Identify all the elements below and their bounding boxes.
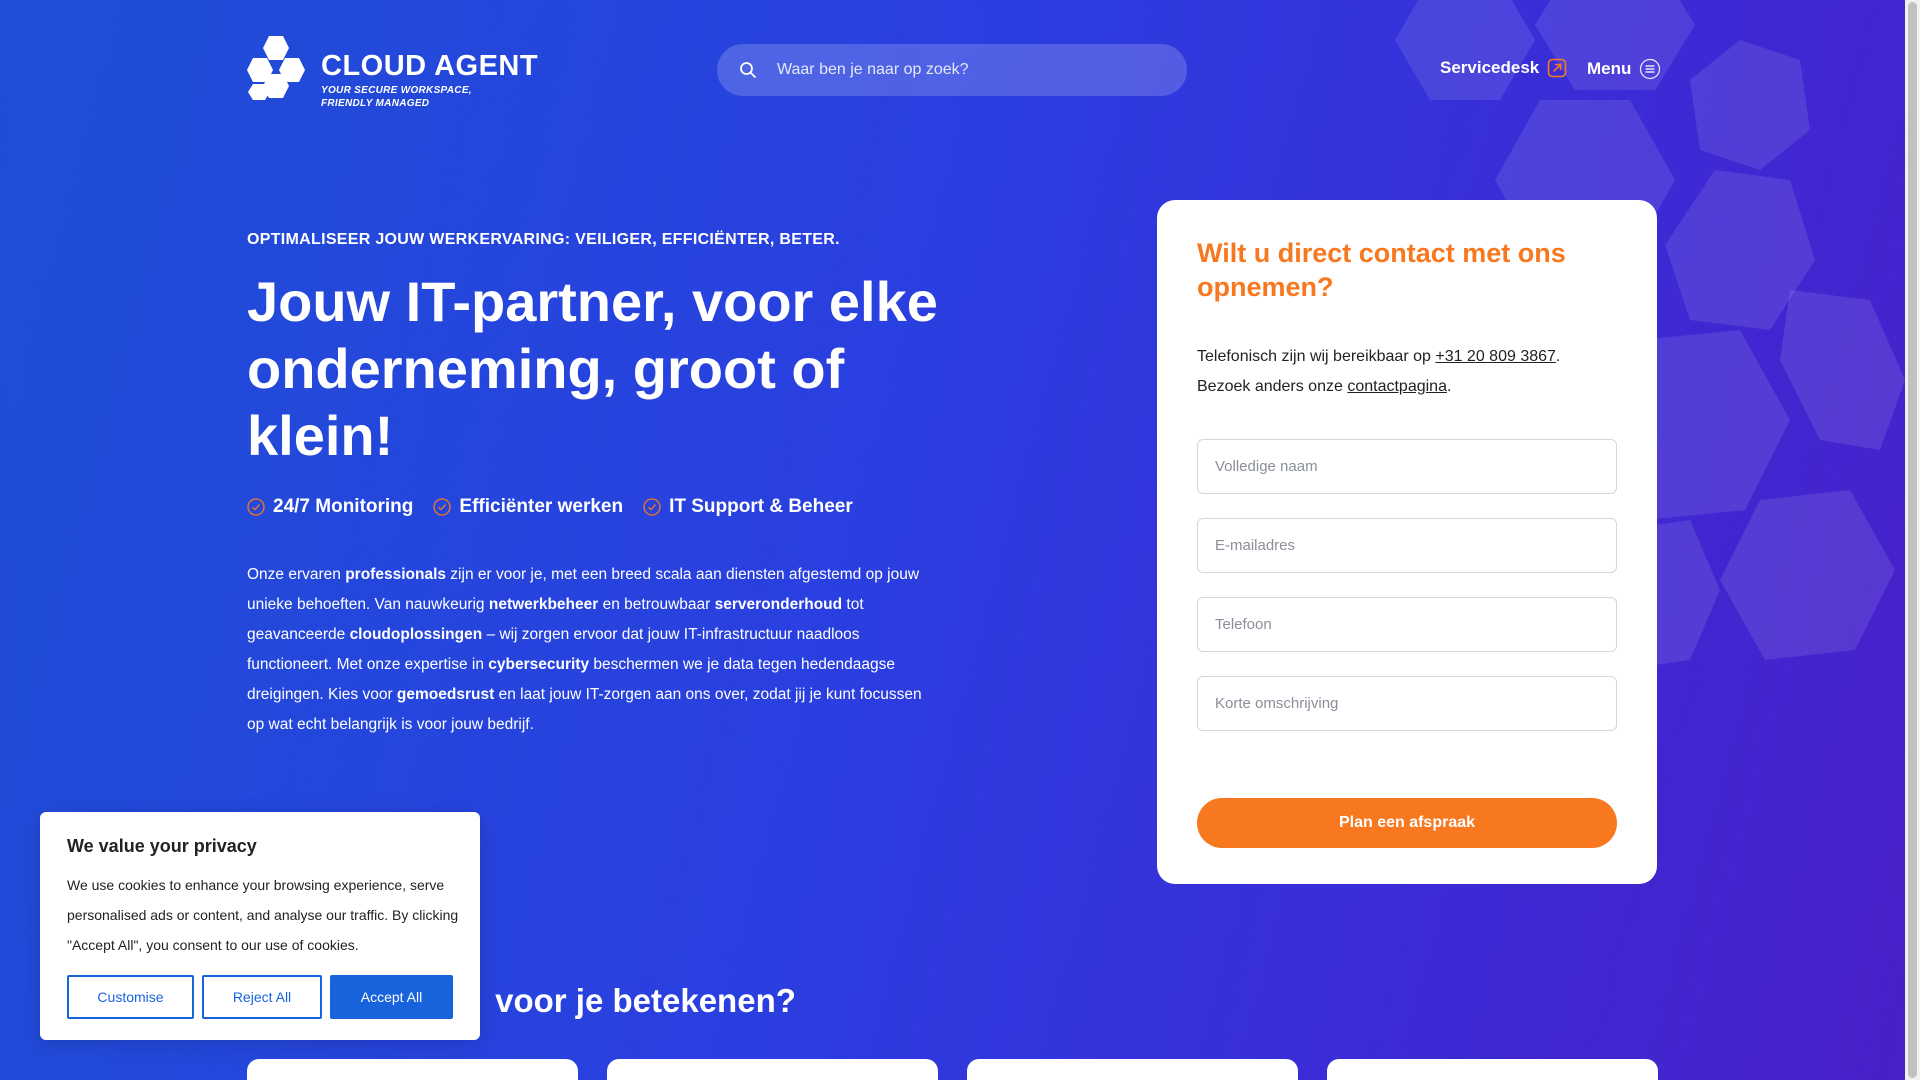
scrollbar-thumb[interactable] xyxy=(1908,2,1917,1078)
service-card[interactable] xyxy=(967,1059,1298,1080)
menu-button[interactable]: Menu xyxy=(1587,58,1661,80)
service-card[interactable] xyxy=(607,1059,938,1080)
search-bar[interactable] xyxy=(717,44,1187,96)
logo-tagline-2: FRIENDLY MANAGED xyxy=(321,98,430,109)
servicedesk-link[interactable]: Servicedesk xyxy=(1440,58,1567,78)
check-item-efficient: Efficiënter werken xyxy=(433,496,623,518)
check-circle-icon xyxy=(643,498,661,516)
search-icon[interactable] xyxy=(733,55,763,85)
contact-info: Telefonisch zijn wij bereikbaar op +31 2… xyxy=(1197,342,1560,402)
email-field-wrapper xyxy=(1197,518,1617,573)
hexagon-cluster-logo-icon xyxy=(247,36,305,100)
hero-title: Jouw IT-partner, voor elke onderneming, … xyxy=(247,270,938,467)
section-title-text: voor je betekenen? xyxy=(495,982,796,1019)
external-link-icon xyxy=(1547,58,1567,78)
service-cards xyxy=(247,1059,1658,1080)
customise-button[interactable]: Customise xyxy=(67,975,194,1019)
phone-link[interactable]: +31 20 809 3867 xyxy=(1435,348,1556,365)
phone-suffix: . xyxy=(1555,348,1561,365)
cookie-text: We use cookies to enhance your browsing … xyxy=(67,877,459,953)
phone-field[interactable] xyxy=(1198,598,1616,651)
contact-form-card: Wilt u direct contact met ons opnemen? T… xyxy=(1157,200,1657,884)
logo-name: CLOUD AGENT xyxy=(321,50,539,82)
name-field[interactable] xyxy=(1198,440,1616,493)
menu-label: Menu xyxy=(1587,59,1632,78)
description-field-wrapper xyxy=(1197,676,1617,731)
feature-checks: 24/7 Monitoring Efficiënter werken IT Su… xyxy=(247,496,873,518)
check-item-monitoring: 24/7 Monitoring xyxy=(247,496,413,518)
logo-tagline-1: YOUR SECURE WORKSPACE, xyxy=(321,85,472,96)
accept-all-button[interactable]: Accept All xyxy=(330,975,453,1019)
hero-eyebrow: OPTIMALISEER JOUW WERKERVARING: VEILIGER… xyxy=(247,231,840,248)
cookie-title: We value your privacy xyxy=(67,836,257,856)
check-label: 24/7 Monitoring xyxy=(273,496,414,517)
hero-body-highlight: cloudoplossingen xyxy=(349,626,483,643)
service-card[interactable] xyxy=(1327,1059,1658,1080)
reject-all-button[interactable]: Reject All xyxy=(202,975,322,1019)
hero-body-text: en betrouwbaar xyxy=(598,596,715,613)
check-label: IT Support & Beheer xyxy=(669,496,853,517)
hero-body-highlight: serveronderhoud xyxy=(714,596,843,613)
menu-lines-icon xyxy=(1640,58,1661,80)
visit-suffix: . xyxy=(1446,378,1452,395)
hero-body: Onze ervaren professionals zijn er voor … xyxy=(247,560,937,740)
search-input[interactable] xyxy=(777,61,1157,79)
phone-prefix: Telefonisch zijn wij bereikbaar op xyxy=(1197,348,1436,365)
cookie-consent-banner: We value your privacy We use cookies to … xyxy=(40,812,480,1040)
contact-page-link[interactable]: contactpagina xyxy=(1347,378,1447,395)
hero-body-highlight: gemoedsrust xyxy=(396,686,495,703)
check-circle-icon xyxy=(247,498,265,516)
plan-appointment-button[interactable]: Plan een afspraak xyxy=(1197,798,1617,848)
visit-prefix: Bezoek anders onze xyxy=(1197,378,1348,395)
hero-body-highlight: netwerkbeheer xyxy=(488,596,599,613)
hero-body-text: Onze ervaren xyxy=(247,566,346,583)
phone-field-wrapper xyxy=(1197,597,1617,652)
email-field[interactable] xyxy=(1198,519,1616,572)
description-field[interactable] xyxy=(1198,677,1616,730)
check-item-support: IT Support & Beheer xyxy=(643,496,853,518)
servicedesk-label: Servicedesk xyxy=(1440,58,1540,77)
contact-title: Wilt u direct contact met ons opnemen? xyxy=(1197,238,1566,302)
hero-body-highlight: cybersecurity xyxy=(488,656,590,673)
check-label: Efficiënter werken xyxy=(459,496,624,517)
cloud-agent-logo[interactable]: CLOUD AGENT YOUR SECURE WORKSPACE, FRIEN… xyxy=(247,34,538,110)
check-circle-icon xyxy=(433,498,452,516)
name-field-wrapper xyxy=(1197,439,1617,494)
page-scrollbar[interactable] xyxy=(1905,0,1920,1080)
hero-body-highlight: professionals xyxy=(345,566,446,583)
service-card[interactable] xyxy=(247,1059,578,1080)
